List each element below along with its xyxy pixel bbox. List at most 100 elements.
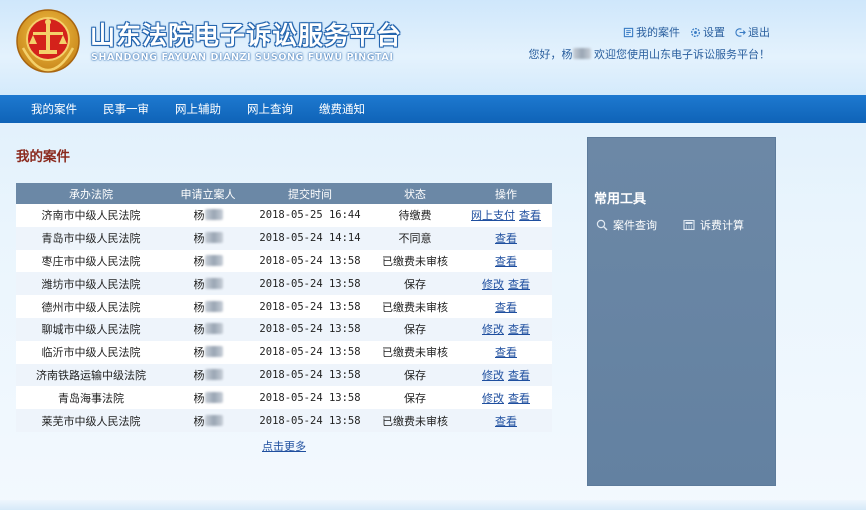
applicant-cell: 杨 <box>166 317 250 341</box>
time-cell: 2018-05-24 13:58 <box>250 386 370 410</box>
my-cases-link[interactable]: 我的案件 <box>623 25 680 39</box>
column-header-status: 状态 <box>370 183 460 204</box>
fee-calculator-label: 诉费计算 <box>700 219 744 232</box>
redacted-name <box>204 300 223 312</box>
redacted-name <box>204 346 223 358</box>
status-cell: 保存 <box>370 272 460 296</box>
table-row: 聊城市中级人民法院 杨 2018-05-24 13:58 保存 修改 查看 <box>16 317 552 341</box>
view-link[interactable]: 查看 <box>495 415 517 428</box>
applicant-name: 杨 <box>193 232 205 246</box>
actions-cell: 查看 <box>460 340 552 364</box>
applicant-cell: 杨 <box>166 409 250 432</box>
actions-cell: 查看 <box>460 295 552 318</box>
table-row: 济南铁路运输中级法院 杨 2018-05-24 13:58 保存 修改 查看 <box>16 363 552 387</box>
court-cell: 临沂市中级人民法院 <box>16 340 166 364</box>
status-cell: 已缴费未审核 <box>370 295 460 318</box>
view-link[interactable]: 查看 <box>495 301 517 314</box>
court-cell: 枣庄市中级人民法院 <box>16 249 166 273</box>
actions-cell: 修改 查看 <box>460 386 552 410</box>
nav-item-payment-notice[interactable]: 缴费通知 <box>306 101 378 117</box>
cases-table: 承办法院 申请立案人 提交时间 状态 操作 济南市中级人民法院 杨 2018-0… <box>16 183 552 432</box>
court-cell: 德州市中级人民法院 <box>16 295 166 318</box>
status-cell: 已缴费未审核 <box>370 409 460 432</box>
court-cell: 青岛市中级人民法院 <box>16 226 166 250</box>
applicant-name: 杨 <box>193 323 205 337</box>
logout-link[interactable]: 退出 <box>735 25 770 39</box>
case-icon <box>623 27 634 37</box>
settings-link[interactable]: 设置 <box>690 25 725 39</box>
view-link[interactable]: 查看 <box>508 323 530 336</box>
footer-strip <box>0 500 866 510</box>
redacted-name <box>572 48 591 59</box>
column-header-time: 提交时间 <box>250 183 370 204</box>
table-row: 枣庄市中级人民法院 杨 2018-05-24 13:58 已缴费未审核 查看 <box>16 249 552 273</box>
table-row: 青岛海事法院 杨 2018-05-24 13:58 保存 修改 查看 <box>16 386 552 410</box>
settings-link-label: 设置 <box>703 26 725 39</box>
time-cell: 2018-05-24 13:58 <box>250 409 370 432</box>
site-subtitle: SHANDONG FAYUAN DIANZI SUSONG FUWU PINGT… <box>91 52 394 63</box>
view-link[interactable]: 查看 <box>495 255 517 268</box>
column-header-actions: 操作 <box>460 183 552 204</box>
redacted-name <box>204 414 223 426</box>
time-cell: 2018-05-25 16:44 <box>250 204 370 227</box>
main-nav: 我的案件 民事一审 网上辅助 网上查询 缴费通知 <box>0 95 866 123</box>
applicant-name: 杨 <box>193 254 205 268</box>
time-cell: 2018-05-24 14:14 <box>250 226 370 250</box>
nav-item-civil-first-instance[interactable]: 民事一审 <box>90 101 162 117</box>
tools-panel: 常用工具 案件查询 诉费计算 <box>587 137 776 486</box>
edit-link[interactable]: 修改 <box>482 323 504 336</box>
welcome-prefix: 您好，杨 <box>528 48 573 61</box>
time-cell: 2018-05-24 13:58 <box>250 295 370 318</box>
redacted-name <box>204 323 223 335</box>
edit-link[interactable]: 修改 <box>482 369 504 382</box>
nav-item-my-cases[interactable]: 我的案件 <box>18 101 90 117</box>
applicant-cell: 杨 <box>166 204 250 227</box>
view-link[interactable]: 查看 <box>508 392 530 405</box>
status-cell: 保存 <box>370 363 460 387</box>
applicant-cell: 杨 <box>166 386 250 410</box>
nav-item-online-query[interactable]: 网上查询 <box>234 101 306 117</box>
top-links: 我的案件 设置 退出 <box>623 25 770 39</box>
time-cell: 2018-05-24 13:58 <box>250 340 370 364</box>
table-row: 青岛市中级人民法院 杨 2018-05-24 14:14 不同意 查看 <box>16 226 552 250</box>
table-row: 莱芜市中级人民法院 杨 2018-05-24 13:58 已缴费未审核 查看 <box>16 409 552 432</box>
actions-cell: 修改 查看 <box>460 363 552 387</box>
actions-cell: 查看 <box>460 226 552 250</box>
load-more-link[interactable]: 点击更多 <box>262 438 306 454</box>
applicant-name: 杨 <box>193 391 205 405</box>
applicant-name: 杨 <box>193 277 205 291</box>
view-link[interactable]: 查看 <box>508 278 530 291</box>
court-cell: 聊城市中级人民法院 <box>16 317 166 341</box>
court-cell: 潍坊市中级人民法院 <box>16 272 166 296</box>
welcome-message: 您好，杨 欢迎您使用山东电子诉讼服务平台！ <box>528 46 770 62</box>
edit-link[interactable]: 修改 <box>482 392 504 405</box>
logout-link-label: 退出 <box>748 26 770 39</box>
case-query-tool[interactable]: 案件查询 <box>596 217 657 233</box>
table-row: 德州市中级人民法院 杨 2018-05-24 13:58 已缴费未审核 查看 <box>16 295 552 318</box>
nav-item-online-assist[interactable]: 网上辅助 <box>162 101 234 117</box>
view-link[interactable]: 查看 <box>519 209 541 222</box>
view-link[interactable]: 查看 <box>508 369 530 382</box>
calculator-icon <box>683 219 695 231</box>
pay-online-link[interactable]: 网上支付 <box>471 209 515 222</box>
view-link[interactable]: 查看 <box>495 346 517 359</box>
site-header: 山东法院电子诉讼服务平台 SHANDONG FAYUAN DIANZI SUSO… <box>0 0 866 95</box>
tools-title: 常用工具 <box>594 192 647 207</box>
time-cell: 2018-05-24 13:58 <box>250 363 370 387</box>
court-cell: 济南铁路运输中级法院 <box>16 363 166 387</box>
actions-cell: 网上支付 查看 <box>460 204 552 227</box>
logout-icon <box>735 27 746 37</box>
redacted-name <box>204 277 223 289</box>
applicant-name: 杨 <box>193 209 205 223</box>
applicant-name: 杨 <box>193 346 205 360</box>
status-cell: 保存 <box>370 317 460 341</box>
time-cell: 2018-05-24 13:58 <box>250 249 370 273</box>
court-emblem-icon <box>16 9 80 73</box>
redacted-name <box>204 391 223 403</box>
page-title: 我的案件 <box>16 149 70 165</box>
applicant-name: 杨 <box>193 368 205 382</box>
edit-link[interactable]: 修改 <box>482 278 504 291</box>
status-cell: 保存 <box>370 386 460 410</box>
fee-calculator-tool[interactable]: 诉费计算 <box>683 217 744 233</box>
view-link[interactable]: 查看 <box>495 232 517 245</box>
